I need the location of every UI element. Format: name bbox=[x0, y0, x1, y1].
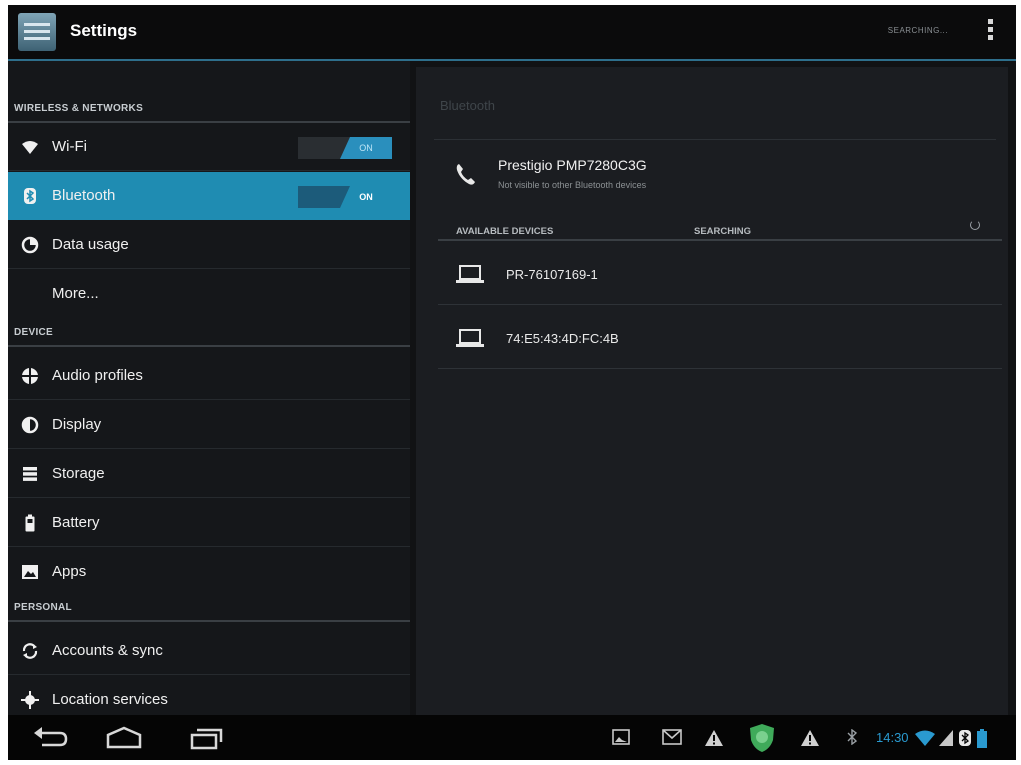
bluetooth-toggle[interactable]: ON bbox=[298, 186, 392, 208]
list-item[interactable]: PR-76107169-1 bbox=[438, 241, 1002, 305]
header-divider bbox=[8, 345, 410, 347]
sidebar-item-label: Data usage bbox=[52, 236, 129, 253]
header-divider bbox=[8, 620, 410, 622]
app-title: Settings bbox=[70, 21, 138, 40]
system-bar: 14:30 bbox=[8, 715, 1016, 760]
status-clock[interactable]: 14:30 bbox=[876, 730, 909, 745]
back-icon[interactable] bbox=[30, 725, 70, 751]
sidebar-item-apps[interactable]: Apps bbox=[8, 548, 410, 596]
sidebar-item-label: Accounts & sync bbox=[52, 642, 163, 659]
local-device-visibility: Not visible to other Bluetooth devices bbox=[498, 180, 647, 190]
overflow-menu-icon[interactable] bbox=[988, 19, 994, 45]
pane-title-divider bbox=[434, 139, 996, 140]
wifi-toggle[interactable]: ON bbox=[298, 137, 392, 159]
search-for-devices-button[interactable]: SEARCHING... bbox=[888, 26, 948, 35]
sidebar-item-wifi[interactable]: Wi-Fi ON bbox=[8, 123, 410, 171]
wifi-toggle-state: ON bbox=[340, 137, 392, 159]
home-icon[interactable] bbox=[104, 725, 144, 751]
settings-app-icon[interactable] bbox=[18, 13, 56, 51]
progress-spinner-icon bbox=[970, 220, 980, 230]
sidebar-item-label: Audio profiles bbox=[52, 367, 143, 384]
phone-icon bbox=[456, 164, 475, 185]
sidebar-item-bluetooth[interactable]: Bluetooth ON bbox=[8, 172, 410, 220]
sidebar-item-display[interactable]: Display bbox=[8, 401, 410, 449]
sidebar-item-label: Wi-Fi bbox=[52, 138, 87, 155]
wifi-icon bbox=[22, 141, 38, 154]
sidebar-item-label: Storage bbox=[52, 465, 105, 482]
local-device-name[interactable]: Prestigio PMP7280C3G bbox=[498, 157, 647, 173]
signal-status-icon bbox=[939, 730, 953, 746]
wifi-status-icon bbox=[915, 730, 935, 746]
bluetooth-status-icon bbox=[959, 730, 971, 746]
laptop-icon bbox=[456, 265, 484, 283]
laptop-icon bbox=[456, 329, 484, 347]
sidebar-item-label: Location services bbox=[52, 691, 168, 708]
gallery-notification-icon[interactable] bbox=[612, 729, 630, 745]
sidebar-item-storage[interactable]: Storage bbox=[8, 450, 410, 498]
sidebar-item-data-usage[interactable]: Data usage bbox=[8, 221, 410, 269]
warning-notification-icon[interactable] bbox=[800, 729, 820, 747]
sidebar-item-battery[interactable]: Battery bbox=[8, 499, 410, 547]
bluetooth-icon bbox=[24, 188, 36, 204]
apps-icon bbox=[22, 565, 38, 579]
battery-icon bbox=[25, 514, 35, 532]
section-header-device: DEVICE bbox=[14, 327, 54, 338]
audio-profiles-icon bbox=[22, 368, 38, 384]
recent-apps-icon[interactable] bbox=[186, 725, 226, 751]
action-bar: Settings SEARCHING... bbox=[8, 5, 1016, 61]
sidebar-item-label: More... bbox=[52, 285, 99, 302]
location-icon bbox=[21, 691, 39, 709]
storage-icon bbox=[23, 467, 37, 481]
sidebar-item-accounts-sync[interactable]: Accounts & sync bbox=[8, 627, 410, 675]
device-name: 74:E5:43:4D:FC:4B bbox=[506, 331, 619, 346]
gmail-notification-icon[interactable] bbox=[662, 729, 682, 745]
searching-status: SEARCHING bbox=[694, 226, 752, 237]
display-icon bbox=[21, 416, 39, 434]
sidebar-item-label: Bluetooth bbox=[52, 187, 116, 204]
warning-notification-icon[interactable] bbox=[704, 729, 724, 747]
settings-sidebar: WIRELESS & NETWORKS Wi-Fi ON Bluetooth O… bbox=[8, 61, 410, 715]
section-header-wireless: WIRELESS & NETWORKS bbox=[14, 103, 144, 114]
bluetooth-status-icon bbox=[847, 729, 858, 745]
section-header-personal: PERSONAL bbox=[14, 602, 72, 613]
sidebar-item-more[interactable]: More... bbox=[8, 270, 410, 318]
device-name: PR-76107169-1 bbox=[506, 267, 598, 282]
sidebar-item-label: Battery bbox=[52, 514, 100, 531]
battery-status-icon bbox=[977, 729, 987, 748]
tablet-screen: Settings SEARCHING... WIRELESS & NETWORK… bbox=[8, 5, 1016, 760]
sync-icon bbox=[22, 643, 38, 659]
sidebar-item-label: Apps bbox=[52, 563, 87, 580]
list-item[interactable]: 74:E5:43:4D:FC:4B bbox=[438, 305, 1002, 369]
data-usage-icon bbox=[21, 236, 39, 254]
security-shield-icon[interactable] bbox=[748, 723, 776, 753]
pane-title: Bluetooth bbox=[440, 98, 495, 113]
available-devices-header: AVAILABLE DEVICES bbox=[456, 226, 554, 237]
bluetooth-pane: Bluetooth Prestigio PMP7280C3G Not visib… bbox=[416, 67, 1008, 715]
sidebar-item-audio-profiles[interactable]: Audio profiles bbox=[8, 352, 410, 400]
sidebar-item-label: Display bbox=[52, 416, 102, 433]
